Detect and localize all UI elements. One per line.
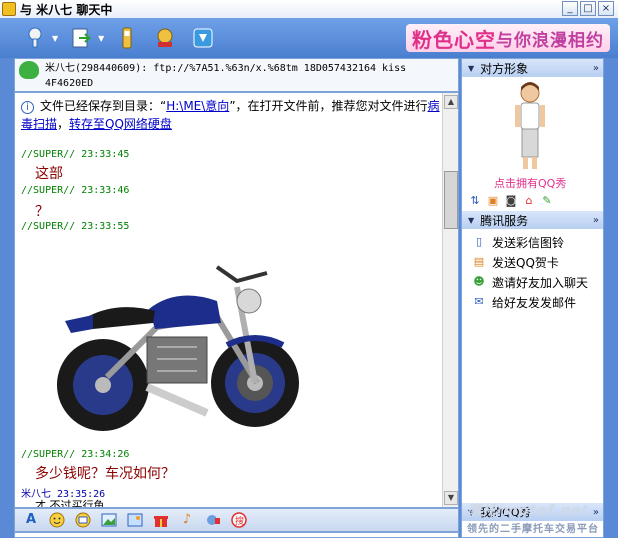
music-icon[interactable]: ♪ [179, 512, 195, 528]
message-text: 多少钱呢？车况如何？ [35, 466, 175, 482]
section-header-services[interactable]: ▼ 腾讯服务 » [462, 211, 603, 229]
service-item-invite[interactable]: ☻ 邀请好友加入聊天 [472, 272, 603, 292]
service-item-card[interactable]: ▤ 发送QQ贺卡 [472, 252, 603, 272]
contact-info-bar: 米八七(298440609): ftp://%7A51.%63n/x.%68tm… [14, 58, 459, 92]
message-header: //SUPER// 23:34:26 [21, 449, 130, 460]
message-text: 这部 [35, 166, 63, 182]
input-toolbar: A ♪ 搜 [14, 508, 459, 532]
contact-qq: (298440609) [75, 63, 142, 74]
message-header: //SUPER// 23:33:46 [21, 185, 130, 196]
paint-icon[interactable]: ✎ [540, 194, 554, 208]
message-text: ？ [35, 204, 49, 220]
font-icon[interactable]: A [23, 512, 39, 528]
right-panel: ▼ 对方形象 » 点击拥有QQ秀 ⇅ ▣ ◙ ⌂ ✎ ▼ 腾讯服务 » ▯ 发送… [461, 58, 604, 538]
contact-status-line-2: 4F4620ED [45, 78, 94, 89]
window-controls: _ □ × [562, 1, 614, 16]
message-input[interactable] [14, 532, 459, 538]
image-icon[interactable] [101, 512, 117, 528]
emoji-icon[interactable] [49, 512, 65, 528]
search-icon[interactable]: 搜 [231, 512, 247, 528]
scene-icon[interactable] [127, 512, 143, 528]
close-button[interactable]: × [598, 1, 614, 16]
info-icon: i [21, 101, 34, 114]
qq-show-banner[interactable]: 粉色心空 与你浪漫相约 [406, 24, 610, 52]
chat-history[interactable]: i 文件已经保存到目录：“H:\ME\意向”，在打开文件前，推荐您对文件进行病毒扫… [14, 92, 459, 508]
avatar-tools: ⇅ ▣ ◙ ⌂ ✎ [462, 191, 603, 211]
window-edge [604, 58, 618, 538]
contact-status: ftp://%7A51.%63n/x.%68tm 18D057432164 ki… [153, 63, 407, 74]
file-transfer-icon[interactable] [66, 23, 96, 53]
title-bar: 与 米八七 聊天中 _ □ × [0, 0, 618, 18]
game-icon[interactable] [150, 23, 180, 53]
expand-chevron-icon[interactable]: » [593, 63, 599, 74]
file-transfer-dropdown-icon[interactable]: ▼ [98, 34, 104, 43]
screenshot-icon[interactable] [75, 512, 91, 528]
gift-icon[interactable] [153, 512, 169, 528]
home-icon[interactable]: ⌂ [522, 194, 536, 208]
expand-chevron-icon[interactable]: » [593, 215, 599, 226]
service-list: ▯ 发送彩信图铃 ▤ 发送QQ贺卡 ☻ 邀请好友加入聊天 ✉ 给好友发发邮件 [462, 229, 603, 312]
svg-text:搜: 搜 [235, 515, 244, 527]
microphone-icon[interactable] [20, 23, 50, 53]
site-watermark: 摩托/motof.net 领先的二手摩托车交易平台 [467, 503, 599, 535]
friends-icon: ☻ [473, 275, 485, 288]
main-toolbar: ▼ ▼ 粉色心空 与你浪漫相约 [0, 18, 618, 58]
banner-text-1: 粉色心空 [412, 27, 496, 52]
sync-icon[interactable]: ⇅ [468, 194, 482, 208]
microphone-dropdown-icon[interactable]: ▼ [52, 34, 58, 43]
service-item-mms[interactable]: ▯ 发送彩信图铃 [472, 232, 603, 252]
scroll-thumb[interactable] [444, 171, 458, 229]
qq-logo-icon [2, 2, 16, 16]
contact-avatar-icon[interactable] [19, 61, 39, 79]
collapse-icon: ▼ [468, 215, 475, 225]
chat-scrollbar[interactable]: ▲ ▼ [442, 93, 458, 507]
motorcycle-image[interactable] [37, 237, 319, 441]
mail-icon: ✉ [474, 295, 484, 308]
qq-show-avatar-area[interactable]: 点击拥有QQ秀 [462, 77, 603, 191]
chat-window: 与 米八七 聊天中 _ □ × ▼ ▼ 粉色心空 与你浪漫相约 米八七(2984… [0, 0, 618, 538]
wardrobe-icon[interactable]: ▣ [486, 194, 500, 208]
qq-show-avatar[interactable] [510, 81, 550, 171]
file-saved-notice: i 文件已经保存到目录：“H:\ME\意向”，在打开文件前，推荐您对文件进行病毒扫… [21, 99, 440, 131]
phone-icon[interactable] [112, 23, 142, 53]
message-header: //SUPER// 23:33:55 [21, 221, 130, 232]
maximize-button[interactable]: □ [580, 1, 596, 16]
contact-line-1: 米八七(298440609): ftp://%7A51.%63n/x.%68tm… [45, 63, 407, 74]
folder-path-link[interactable]: H:\ME\意向 [166, 99, 229, 113]
minimize-button[interactable]: _ [562, 1, 578, 16]
window-title: 与 米八七 聊天中 [20, 2, 113, 17]
card-icon: ▤ [473, 255, 485, 268]
service-item-mail[interactable]: ✉ 给好友发发邮件 [472, 292, 603, 312]
save-to-netdisk-link[interactable]: 转存至QQ网络硬盘 [69, 117, 172, 131]
contact-name: 米八七 [45, 63, 75, 74]
get-qq-show-link[interactable]: 点击拥有QQ秀 [494, 175, 566, 191]
scroll-up-button[interactable]: ▲ [444, 95, 458, 109]
section-header-avatar[interactable]: ▼ 对方形象 » [462, 59, 603, 77]
phone-icon: ▯ [475, 235, 483, 248]
camera-icon[interactable]: ◙ [504, 194, 518, 208]
video-icon[interactable] [205, 512, 221, 528]
app-icon[interactable] [188, 23, 218, 53]
banner-text-2: 与你浪漫相约 [496, 30, 604, 51]
message-header: //SUPER// 23:33:45 [21, 149, 130, 160]
collapse-icon: ▼ [468, 63, 475, 73]
scroll-down-button[interactable]: ▼ [444, 491, 458, 505]
message-text: 才 不过买行鱼 [35, 499, 105, 508]
